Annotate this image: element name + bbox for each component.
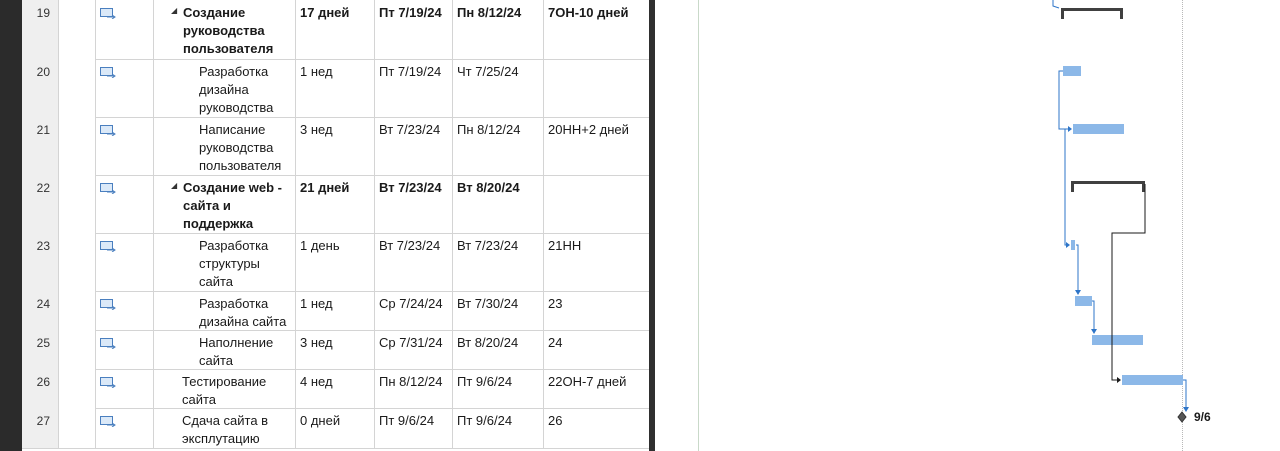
finish-cell[interactable]: Вт 8/20/24 <box>453 330 544 369</box>
predecessors-cell[interactable] <box>544 175 649 233</box>
row-id-cell: 25 <box>22 330 59 369</box>
row-id-cell: 26 <box>22 369 59 408</box>
finish-cell[interactable]: Пт 9/6/24 <box>453 408 544 448</box>
row-id-cell: 20 <box>22 59 59 117</box>
collapse-triangle-icon[interactable]: ◢ <box>171 6 177 15</box>
auto-scheduled-task-icon <box>100 338 116 349</box>
task-name[interactable]: Написание руководства пользователя <box>199 121 294 175</box>
start-cell[interactable]: Ср 7/24/24 <box>375 291 453 330</box>
finish-cell[interactable]: Пн 8/12/24 <box>453 0 544 59</box>
task-name[interactable]: Создание web - сайта и поддержка <box>183 179 295 233</box>
auto-scheduled-task-icon <box>100 299 116 310</box>
collapse-triangle-icon[interactable]: ◢ <box>171 181 177 190</box>
auto-scheduled-task-icon <box>100 183 116 194</box>
milestone-date-label: 9/6 <box>1194 410 1211 424</box>
task-name[interactable]: Создание руководства пользователя <box>183 4 295 58</box>
predecessors-cell[interactable]: 24 <box>544 330 649 369</box>
finish-cell[interactable]: Вт 8/20/24 <box>453 175 544 233</box>
table-row[interactable]: 23 1 день Вт 7/23/24 Вт 7/23/24 21НН Раз… <box>22 233 649 292</box>
table-row[interactable]: 21 3 нед Вт 7/23/24 Пн 8/12/24 20НН+2 дн… <box>22 117 649 176</box>
task-name[interactable]: Сдача сайта в эксплутацию <box>182 412 294 448</box>
start-cell[interactable]: Вт 7/23/24 <box>375 233 453 291</box>
duration-cell[interactable]: 1 день <box>296 233 375 291</box>
task-table: 19 17 дней Пт 7/19/24 Пн 8/12/24 7ОН-10 … <box>22 0 649 451</box>
duration-cell[interactable]: 3 нед <box>296 330 375 369</box>
row-id-cell: 27 <box>22 408 59 448</box>
milestone-diamond-icon <box>1177 411 1187 423</box>
table-row[interactable]: 22 21 дней Вт 7/23/24 Вт 8/20/24 ◢ Созда… <box>22 175 649 234</box>
auto-scheduled-task-icon <box>100 416 116 427</box>
predecessors-cell[interactable]: 26 <box>544 408 649 448</box>
row-id-cell: 22 <box>22 175 59 233</box>
finish-cell[interactable]: Пн 8/12/24 <box>453 117 544 175</box>
auto-scheduled-task-icon <box>100 125 116 136</box>
duration-cell[interactable]: 1 нед <box>296 291 375 330</box>
predecessors-cell[interactable]: 20НН+2 дней <box>544 117 649 175</box>
duration-cell[interactable]: 3 нед <box>296 117 375 175</box>
row-id-cell: 23 <box>22 233 59 291</box>
finish-cell[interactable]: Вт 7/30/24 <box>453 291 544 330</box>
duration-cell[interactable]: 4 нед <box>296 369 375 408</box>
auto-scheduled-task-icon <box>100 8 116 19</box>
dependency-links <box>1052 0 1189 423</box>
start-cell[interactable]: Пт 9/6/24 <box>375 408 453 448</box>
start-cell[interactable]: Пт 7/19/24 <box>375 0 453 59</box>
task-name[interactable]: Разработка дизайна сайта <box>199 295 294 331</box>
gantt-chart: 9/6 <box>655 0 1280 451</box>
task-name[interactable]: Тестирование сайта <box>182 373 294 409</box>
duration-cell[interactable]: 1 нед <box>296 59 375 117</box>
duration-cell[interactable]: 0 дней <box>296 408 375 448</box>
finish-cell[interactable]: Вт 7/23/24 <box>453 233 544 291</box>
task-name[interactable]: Наполнение сайта <box>199 334 294 370</box>
start-cell[interactable]: Вт 7/23/24 <box>375 117 453 175</box>
left-view-bar <box>0 0 22 451</box>
table-row[interactable]: 24 1 нед Ср 7/24/24 Вт 7/30/24 23 Разраб… <box>22 291 649 331</box>
predecessors-cell[interactable] <box>544 59 649 117</box>
task-name[interactable]: Разработка структуры сайта <box>199 237 294 291</box>
predecessors-cell[interactable]: 23 <box>544 291 649 330</box>
finish-cell[interactable]: Чт 7/25/24 <box>453 59 544 117</box>
start-cell[interactable]: Пт 7/19/24 <box>375 59 453 117</box>
table-row[interactable]: 26 4 нед Пн 8/12/24 Пт 9/6/24 22ОН-7 дне… <box>22 369 649 409</box>
duration-cell[interactable]: 17 дней <box>296 0 375 59</box>
start-cell[interactable]: Пн 8/12/24 <box>375 369 453 408</box>
start-cell[interactable]: Ср 7/31/24 <box>375 330 453 369</box>
predecessors-cell[interactable]: 7ОН-10 дней <box>544 0 649 59</box>
auto-scheduled-task-icon <box>100 377 116 388</box>
predecessors-cell[interactable]: 22ОН-7 дней <box>544 369 649 408</box>
duration-cell[interactable]: 21 дней <box>296 175 375 233</box>
table-row[interactable]: 20 1 нед Пт 7/19/24 Чт 7/25/24 Разработк… <box>22 59 649 118</box>
predecessors-cell[interactable]: 21НН <box>544 233 649 291</box>
finish-cell[interactable]: Пт 9/6/24 <box>453 369 544 408</box>
table-row[interactable]: 19 17 дней Пт 7/19/24 Пн 8/12/24 7ОН-10 … <box>22 0 649 60</box>
table-row[interactable]: 25 3 нед Ср 7/31/24 Вт 8/20/24 24 Наполн… <box>22 330 649 370</box>
table-row[interactable]: 27 0 дней Пт 9/6/24 Пт 9/6/24 26 Сдача с… <box>22 408 649 449</box>
row-id-cell: 19 <box>22 0 59 59</box>
row-id-cell: 24 <box>22 291 59 330</box>
task-name[interactable]: Разработка дизайна руководства <box>199 63 294 117</box>
auto-scheduled-task-icon <box>100 241 116 252</box>
row-id-cell: 21 <box>22 117 59 175</box>
start-cell[interactable]: Вт 7/23/24 <box>375 175 453 233</box>
auto-scheduled-task-icon <box>100 67 116 78</box>
